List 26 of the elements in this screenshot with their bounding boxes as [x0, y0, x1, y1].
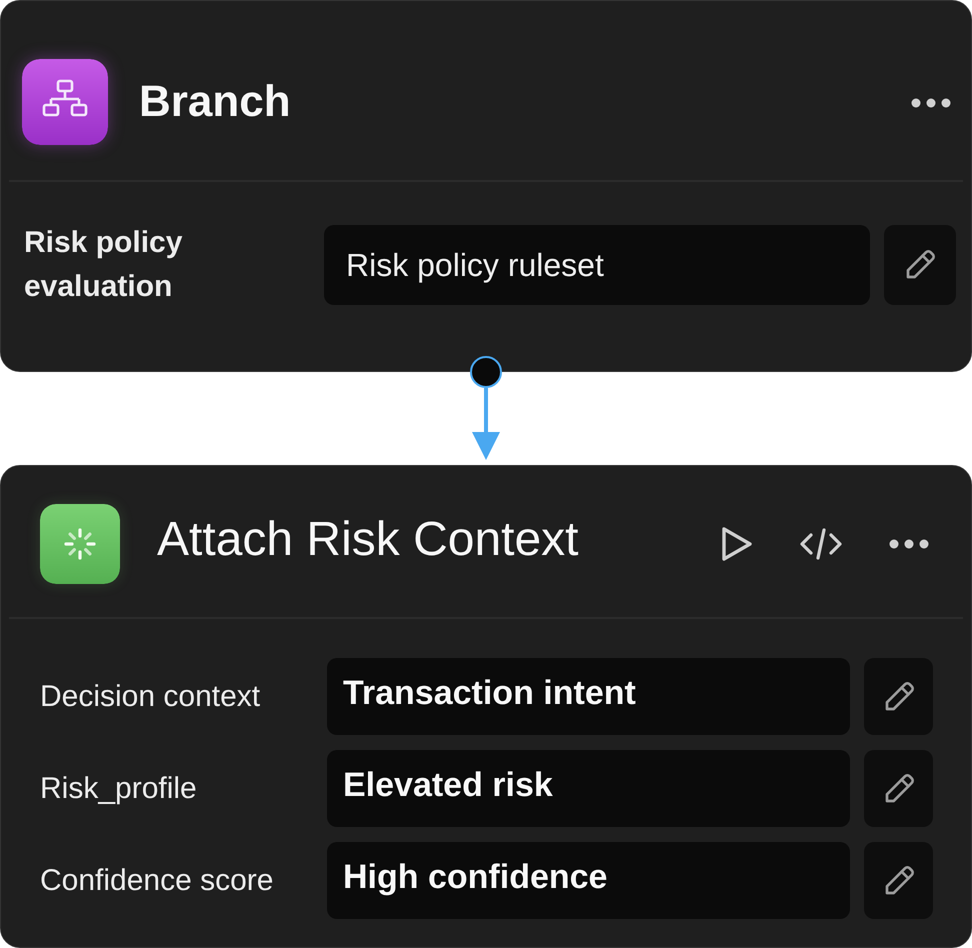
node-title: Attach Risk Context	[157, 512, 578, 567]
field-label: Confidence score	[40, 864, 274, 898]
pencil-icon	[904, 249, 936, 281]
node-title: Branch	[139, 76, 291, 126]
edit-button[interactable]	[864, 750, 933, 827]
value-field[interactable]: Risk policy ruleset	[324, 225, 870, 305]
field-label: Risk_profile	[40, 772, 198, 806]
spinner-icon	[40, 504, 120, 584]
code-icon[interactable]	[799, 528, 843, 560]
edit-button[interactable]	[884, 225, 956, 305]
hierarchy-icon	[22, 58, 108, 144]
pencil-icon	[882, 772, 914, 804]
more-icon[interactable]	[911, 98, 951, 108]
connector-arrow	[471, 388, 501, 460]
more-icon[interactable]	[889, 538, 929, 548]
pencil-icon	[882, 864, 914, 896]
field-label: Risk policy evaluation	[24, 225, 184, 305]
edit-button[interactable]	[864, 658, 933, 735]
play-icon[interactable]	[721, 526, 753, 562]
connection-handle[interactable]	[470, 356, 502, 388]
field-label: Decision context	[40, 680, 262, 714]
edit-button[interactable]	[864, 842, 933, 919]
value-field[interactable]: Elevated risk	[327, 750, 850, 827]
pencil-icon	[882, 680, 914, 712]
value-field[interactable]: Transaction intent	[327, 658, 850, 735]
value-field[interactable]: High confidence	[327, 842, 850, 919]
